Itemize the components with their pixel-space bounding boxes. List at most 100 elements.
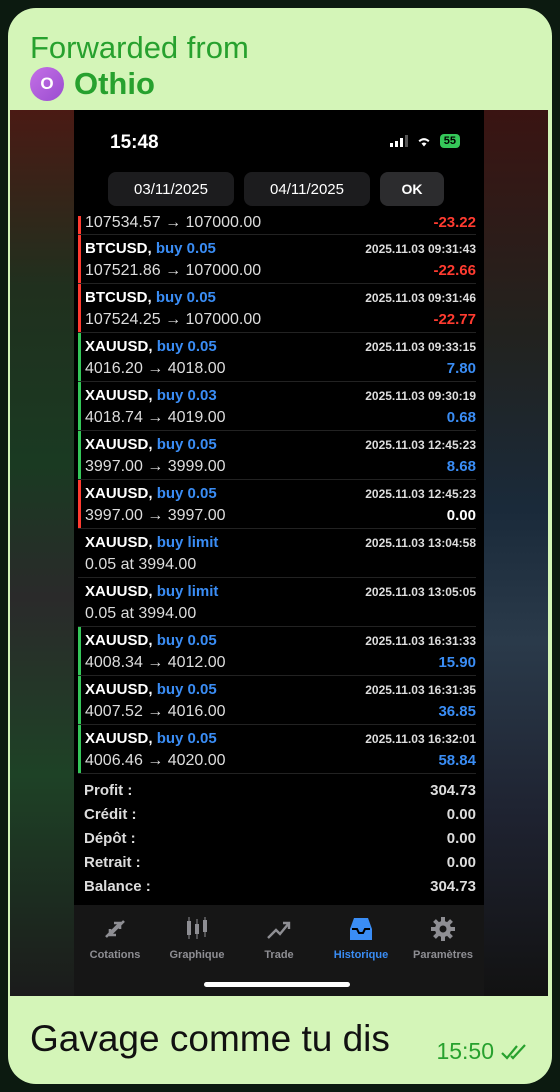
trade-type: buy 0.05 [155, 240, 216, 257]
trade-time: 2025.11.03 09:31:43 [365, 242, 476, 256]
trade-symbol: XAUUSD, buy limit [85, 534, 219, 551]
list-item[interactable]: XAUUSD, buy 0.05 2025.11.03 09:33:15 4016.… [78, 333, 476, 382]
trade-profit: -22.66 [433, 262, 476, 279]
list-item[interactable]: XAUUSD, buy 0.05 2025.11.03 16:32:01 4006.… [78, 725, 476, 774]
blur-right [484, 110, 548, 996]
row-edge [78, 676, 81, 724]
summary-value: 304.73 [430, 878, 476, 895]
row-edge [78, 627, 81, 675]
summary-row: Dépôt : 0.00 [84, 830, 476, 854]
date-filter: 03/11/2025 04/11/2025 OK [108, 172, 444, 206]
trade-list: 107534.57 → 107000.00 -23.22 BTCUSD, buy… [78, 214, 476, 774]
trade-type: buy 0.05 [156, 681, 217, 698]
list-item[interactable]: XAUUSD, buy 0.05 2025.11.03 16:31:33 4008.… [78, 627, 476, 676]
row-edge [78, 284, 81, 332]
phone-screen: 15:48 55 03/11/2025 04/11/2025 OK 107534… [74, 110, 484, 996]
trade-profit: 0.00 [446, 507, 476, 524]
signal-icon [389, 135, 408, 147]
summary-label: Balance : [84, 878, 151, 895]
trade-prices: 107521.86 → 107000.00 [85, 262, 262, 279]
forwarded-source[interactable]: O Othio [30, 66, 155, 102]
trade-prices: 3997.00 → 3997.00 [85, 507, 226, 524]
trade-symbol: BTCUSD, buy 0.05 [85, 240, 216, 257]
trade-symbol: XAUUSD, buy 0.05 [85, 338, 217, 355]
message-time: 15:50 [436, 1038, 494, 1064]
message-bubble[interactable]: Forwarded from O Othio 15:48 55 03/11/20… [8, 8, 552, 1084]
trade-time: 2025.11.03 16:31:35 [365, 683, 476, 697]
tab-parametres[interactable]: Paramètres [402, 905, 484, 996]
list-item[interactable]: XAUUSD, buy limit 2025.11.03 13:04:58 0.05… [78, 529, 476, 578]
list-item[interactable]: XAUUSD, buy 0.05 2025.11.03 12:45:23 3997.… [78, 431, 476, 480]
trade-symbol: XAUUSD, buy 0.03 [85, 387, 217, 404]
screenshot-image[interactable]: 15:48 55 03/11/2025 04/11/2025 OK 107534… [10, 110, 548, 996]
trade-time: 2025.11.03 09:30:19 [365, 389, 476, 403]
list-item[interactable]: XAUUSD, buy 0.05 2025.11.03 12:45:23 3997.… [78, 480, 476, 529]
trade-symbol: XAUUSD, buy 0.05 [85, 436, 217, 453]
list-item[interactable]: BTCUSD, buy 0.05 2025.11.03 09:31:43 10752… [78, 235, 476, 284]
row-edge [78, 333, 81, 381]
row-edge [78, 529, 81, 577]
trade-prices: 107524.25 → 107000.00 [85, 311, 262, 328]
forwarded-header: Forwarded from [30, 30, 249, 65]
summary-label: Dépôt : [84, 830, 136, 847]
trade-time: 2025.11.03 12:45:23 [365, 438, 476, 452]
trade-type: buy 0.05 [156, 632, 217, 649]
status-time: 15:48 [110, 132, 159, 153]
summary-value: 0.00 [446, 830, 476, 847]
date-from-field[interactable]: 03/11/2025 [108, 172, 234, 206]
list-item[interactable]: XAUUSD, buy 0.05 2025.11.03 16:31:35 4007.… [78, 676, 476, 725]
summary-label: Retrait : [84, 854, 141, 871]
wifi-icon [418, 138, 430, 147]
row-edge [78, 480, 81, 528]
trade-time: 2025.11.03 09:31:46 [365, 291, 476, 305]
trade-symbol: XAUUSD, buy 0.05 [85, 681, 217, 698]
trade-prices: 4016.20 → 4018.00 [85, 360, 226, 377]
summary-row: Crédit : 0.00 [84, 806, 476, 830]
home-indicator [204, 982, 350, 987]
trade-type: buy 0.05 [155, 289, 216, 306]
trade-profit: 8.68 [446, 458, 476, 475]
trade-symbol: XAUUSD, buy 0.05 [85, 632, 217, 649]
summary-row: Retrait : 0.00 [84, 854, 476, 878]
summary-label: Crédit : [84, 806, 137, 823]
trade-type: buy 0.05 [156, 485, 217, 502]
summary-value: 0.00 [446, 806, 476, 823]
trade-profit: -23.22 [433, 214, 476, 231]
ok-button[interactable]: OK [380, 172, 444, 206]
trade-time: 2025.11.03 16:31:33 [365, 634, 476, 648]
blur-left [10, 110, 74, 996]
row-edge [78, 725, 81, 773]
tab-cotations[interactable]: Cotations [74, 905, 156, 996]
trade-profit: 7.80 [446, 360, 476, 377]
row-edge [78, 382, 81, 430]
message-meta: 15:50 [436, 1038, 530, 1065]
list-item[interactable]: XAUUSD, buy 0.03 2025.11.03 09:30:19 4018.… [78, 382, 476, 431]
trade-time: 2025.11.03 13:04:58 [365, 536, 476, 550]
chart-icon [187, 917, 207, 939]
row-edge [78, 578, 81, 626]
list-item[interactable]: 107534.57 → 107000.00 -23.22 [78, 214, 476, 235]
list-item[interactable]: XAUUSD, buy limit 2025.11.03 13:05:05 0.05… [78, 578, 476, 627]
tab-label: Trade [264, 949, 294, 961]
trade-profit: 36.85 [438, 703, 476, 720]
summary-value: 304.73 [430, 782, 476, 799]
trade-time: 2025.11.03 12:45:23 [365, 487, 476, 501]
summary-label: Profit : [84, 782, 133, 799]
trade-time: 2025.11.03 13:05:05 [365, 585, 476, 599]
date-to-field[interactable]: 04/11/2025 [244, 172, 370, 206]
trade-symbol: BTCUSD, buy 0.05 [85, 289, 216, 306]
trade-prices: 0.05 at 3994.00 [85, 605, 197, 622]
trade-type: buy limit [156, 534, 219, 551]
trade-time: 2025.11.03 09:33:15 [365, 340, 476, 354]
tab-label: Paramètres [413, 949, 473, 961]
status-icons: 55 [389, 134, 460, 148]
summary-row: Profit : 304.73 [84, 782, 476, 806]
account-summary: Profit : 304.73 Crédit : 0.00 Dépôt : 0.00 Ret… [84, 782, 476, 902]
trade-prices: 4006.46 → 4020.00 [85, 752, 226, 769]
list-item[interactable]: BTCUSD, buy 0.05 2025.11.03 09:31:46 10752… [78, 284, 476, 333]
trade-profit: 15.90 [438, 654, 476, 671]
trade-type: buy 0.05 [156, 730, 217, 747]
forwarded-name: Othio [74, 66, 155, 101]
trade-symbol: XAUUSD, buy 0.05 [85, 730, 217, 747]
double-check-icon [501, 1043, 526, 1060]
